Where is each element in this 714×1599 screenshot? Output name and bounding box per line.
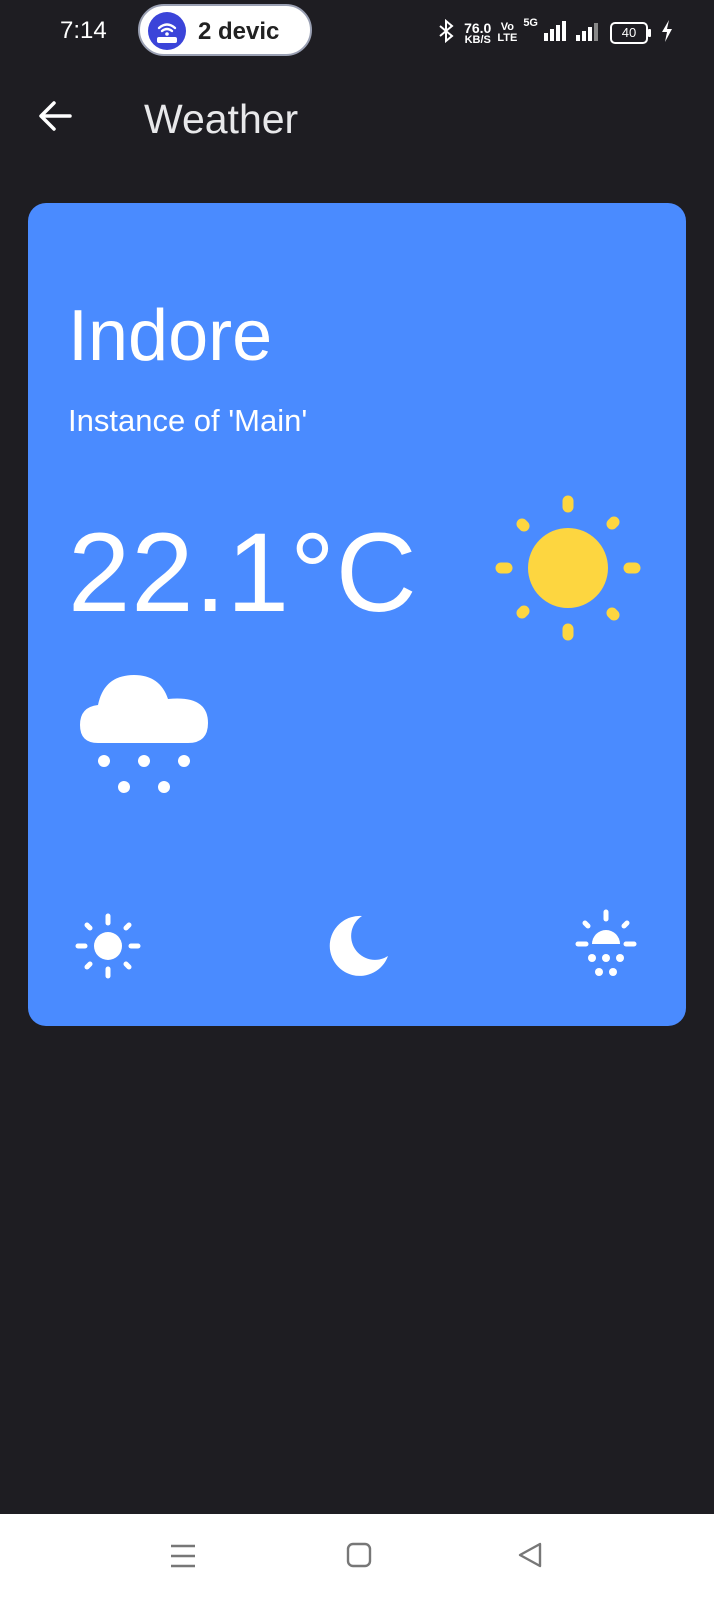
status-bar: 7:14 2 devic 76.0 KB/S Vo LTE 5G 40 [0, 0, 714, 64]
charging-icon [660, 19, 674, 48]
sun-icon[interactable] [68, 906, 148, 986]
battery-indicator: 40 [610, 22, 651, 44]
bluetooth-icon [436, 18, 458, 48]
square-icon [346, 1542, 372, 1568]
temperature: 22.1°C [68, 510, 418, 635]
arrow-left-icon [39, 101, 72, 131]
sun-icon [493, 493, 643, 643]
net-speed: 76.0 KB/S [464, 21, 491, 46]
back-nav-button[interactable] [512, 1536, 552, 1576]
moon-icon[interactable] [318, 906, 398, 986]
volte-indicator: Vo LTE [497, 22, 517, 44]
menu-icon [171, 1544, 195, 1568]
weather-card: Indore Instance of 'Main' 22.1°C [28, 203, 686, 1026]
hotspot-label: 2 devic [198, 18, 280, 45]
signal-icon [544, 19, 604, 48]
recent-apps-button[interactable] [163, 1536, 203, 1576]
forecast-icons [28, 906, 686, 986]
hotspot-chip[interactable]: 2 devic [138, 4, 312, 56]
home-button[interactable] [340, 1536, 380, 1576]
triangle-back-icon [518, 1542, 542, 1568]
lte-label: LTE [497, 32, 518, 44]
network-type: 5G [523, 17, 538, 29]
net-speed-value: 76.0 [464, 19, 492, 36]
net-speed-unit: KB/S [464, 33, 491, 46]
sunrise-snow-icon[interactable] [566, 906, 646, 986]
instance-label: Instance of 'Main' [68, 403, 308, 438]
system-nav-bar [0, 1514, 714, 1599]
app-bar: Weather [0, 80, 714, 156]
city-name: Indore [68, 296, 273, 376]
page-title: Weather [144, 96, 299, 142]
wifi-hotspot-icon [148, 12, 186, 50]
status-time: 7:14 [60, 17, 107, 44]
cloud-snow-icon [76, 663, 216, 813]
back-button[interactable] [34, 94, 78, 138]
status-icons: 76.0 KB/S Vo LTE 5G 40 [436, 18, 674, 48]
